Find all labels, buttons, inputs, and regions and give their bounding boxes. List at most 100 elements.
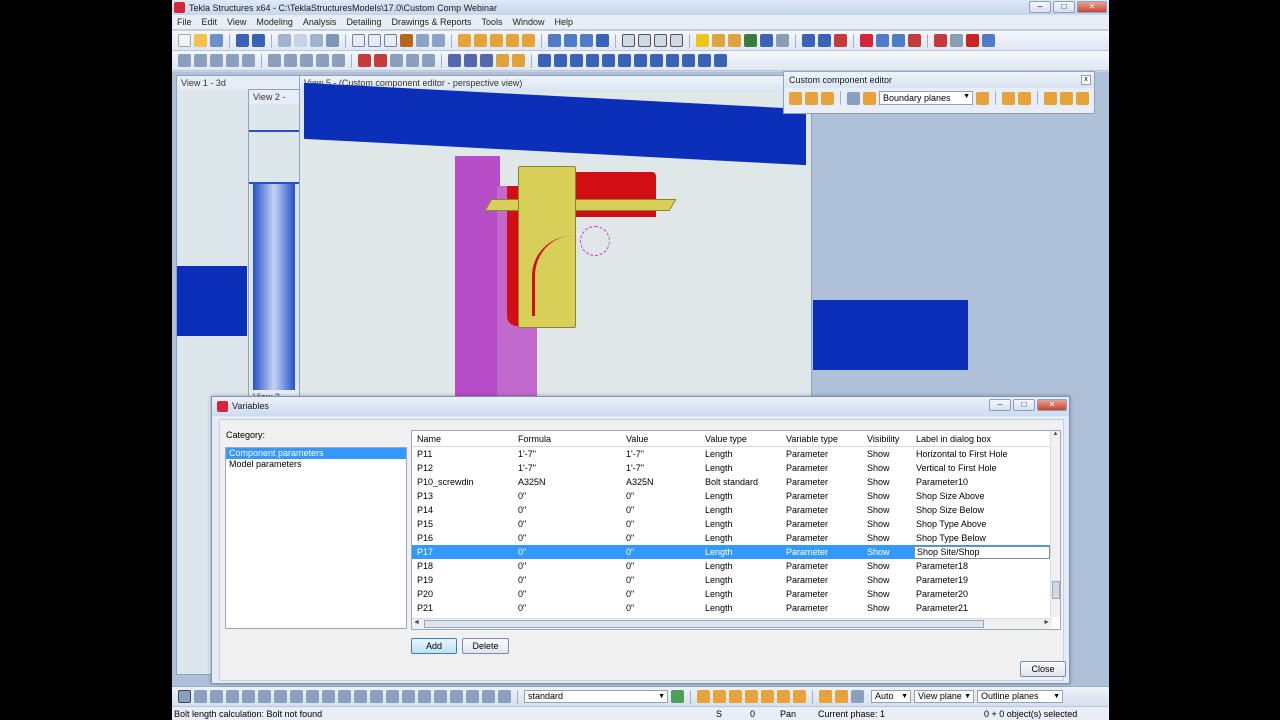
cell-label[interactable]: Shop Size Above: [911, 491, 1047, 501]
select-icon[interactable]: [322, 690, 335, 703]
snap-point-icon[interactable]: [835, 690, 848, 703]
tool-icon[interactable]: [464, 54, 477, 67]
plane-icon[interactable]: [847, 91, 860, 105]
horizontal-scroll-thumb[interactable]: [424, 620, 984, 628]
category-item[interactable]: Model parameters: [226, 459, 406, 470]
delete-button[interactable]: Delete: [462, 638, 509, 654]
panel-icon[interactable]: [506, 34, 519, 47]
cell-value[interactable]: 0": [621, 561, 700, 571]
cell-formula[interactable]: 1'-7": [513, 449, 621, 459]
fitting-icon[interactable]: [712, 34, 725, 47]
cell-variable-type[interactable]: Parameter: [781, 589, 862, 599]
cell-visibility[interactable]: Show: [862, 463, 911, 473]
outline-planes-select[interactable]: Outline planes ▼: [977, 690, 1063, 703]
vertical-scroll-thumb[interactable]: [1052, 581, 1060, 599]
select-icon[interactable]: [194, 690, 207, 703]
cell-formula[interactable]: A325N: [513, 477, 621, 487]
cell-formula[interactable]: 0": [513, 603, 621, 613]
cell-value-type[interactable]: Length: [700, 603, 781, 613]
cell-formula[interactable]: 0": [513, 589, 621, 599]
variables-icon[interactable]: [1044, 91, 1057, 105]
select-icon[interactable]: [306, 690, 319, 703]
table-row[interactable]: P11 1'-7" 1'-7" Length Parameter Show Horizont…: [412, 447, 1060, 461]
cell-value[interactable]: 0": [621, 603, 700, 613]
cell-visibility[interactable]: Show: [862, 491, 911, 501]
bolt-icon[interactable]: [422, 54, 435, 67]
snap-point-icon[interactable]: [729, 690, 742, 703]
cell-formula[interactable]: 0": [513, 575, 621, 585]
cell-visibility[interactable]: Show: [862, 477, 911, 487]
dimension-icon[interactable]: [1002, 91, 1015, 105]
select-icon[interactable]: [498, 690, 511, 703]
component-icon[interactable]: [802, 34, 815, 47]
select-icon[interactable]: [386, 690, 399, 703]
print-drawing-icon[interactable]: [934, 34, 947, 47]
cell-value[interactable]: 0": [621, 519, 700, 529]
cell-formula[interactable]: 0": [513, 491, 621, 501]
select-all-icon[interactable]: [178, 690, 191, 703]
table-row[interactable]: P17 0" 0" Length Parameter Show Shop Site/Shop: [412, 545, 1060, 559]
cell-name[interactable]: P11: [412, 449, 513, 459]
grid-icon[interactable]: [670, 34, 683, 47]
cell-value-type[interactable]: Length: [700, 463, 781, 473]
dialog-minimize-button[interactable]: –: [989, 399, 1011, 411]
window-icon[interactable]: [384, 34, 397, 47]
column-header-formula[interactable]: Formula: [513, 434, 621, 444]
grid-icon[interactable]: [654, 34, 667, 47]
cut-icon[interactable]: [400, 34, 413, 47]
cell-label[interactable]: Parameter18: [911, 561, 1047, 571]
cell-visibility[interactable]: Show: [862, 519, 911, 529]
column-icon[interactable]: [474, 34, 487, 47]
cell-formula[interactable]: 0": [513, 519, 621, 529]
report-icon[interactable]: [908, 34, 921, 47]
component-icon[interactable]: [818, 34, 831, 47]
menu-edit[interactable]: Edit: [202, 17, 218, 27]
cell-visibility[interactable]: Show: [862, 589, 911, 599]
drawing-list-icon[interactable]: [950, 34, 963, 47]
view-plane-select[interactable]: View plane ▼: [914, 690, 974, 703]
menu-help[interactable]: Help: [555, 17, 574, 27]
line-icon[interactable]: [210, 54, 223, 67]
cell-value-type[interactable]: Bolt standard: [700, 477, 781, 487]
cell-variable-type[interactable]: Parameter: [781, 519, 862, 529]
grid-icon[interactable]: [638, 34, 651, 47]
cell-name[interactable]: P12: [412, 463, 513, 473]
point-icon[interactable]: [300, 54, 313, 67]
cell-variable-type[interactable]: Parameter: [781, 575, 862, 585]
select-icon[interactable]: [434, 690, 447, 703]
cell-visibility[interactable]: Show: [862, 449, 911, 459]
table-row[interactable]: P13 0" 0" Length Parameter Show Shop Size Abov…: [412, 489, 1060, 503]
create-icon[interactable]: [760, 34, 773, 47]
cell-value[interactable]: 1'-7": [621, 449, 700, 459]
snap-icon[interactable]: [698, 54, 711, 67]
apply-icon[interactable]: [671, 690, 684, 703]
cell-name[interactable]: P20: [412, 589, 513, 599]
cell-name[interactable]: P19: [412, 575, 513, 585]
point-icon[interactable]: [332, 54, 345, 67]
column-header-name[interactable]: Name: [412, 434, 513, 444]
select-icon[interactable]: [290, 690, 303, 703]
snap-icon[interactable]: [538, 54, 551, 67]
snap-point-icon[interactable]: [777, 690, 790, 703]
cell-label[interactable]: Parameter19: [911, 575, 1047, 585]
snap-icon[interactable]: [554, 54, 567, 67]
close-editor-icon[interactable]: [1076, 91, 1089, 105]
cell-variable-type[interactable]: Parameter: [781, 477, 862, 487]
select-icon[interactable]: [258, 690, 271, 703]
cell-label[interactable]: Shop Site/Shop: [914, 545, 1050, 559]
snap-icon[interactable]: [548, 34, 561, 47]
tool-icon[interactable]: [448, 54, 461, 67]
bolt-icon[interactable]: [406, 54, 419, 67]
new-icon[interactable]: [178, 34, 191, 47]
select-icon[interactable]: [338, 690, 351, 703]
cell-visibility[interactable]: Show: [862, 575, 911, 585]
cell-variable-type[interactable]: Parameter: [781, 533, 862, 543]
table-row[interactable]: P18 0" 0" Length Parameter Show Parameter18: [412, 559, 1060, 573]
select-icon[interactable]: [242, 690, 255, 703]
snap-icon[interactable]: [666, 54, 679, 67]
cell-label[interactable]: Shop Type Below: [911, 533, 1047, 543]
cell-value[interactable]: 0": [621, 575, 700, 585]
close-button[interactable]: ✕: [1077, 1, 1107, 13]
snap-icon[interactable]: [602, 54, 615, 67]
polygon-icon[interactable]: [744, 34, 757, 47]
